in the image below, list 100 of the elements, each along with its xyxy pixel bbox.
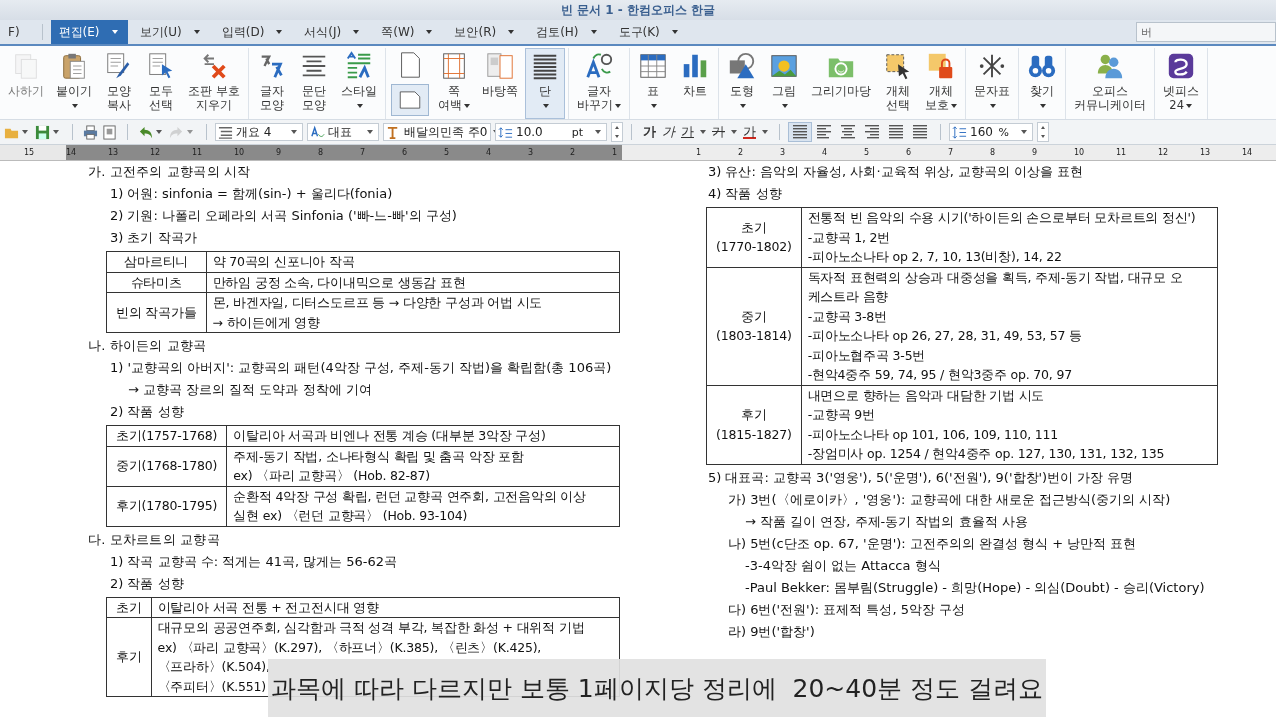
table-cell: 후기 (1815-1827) — [706, 385, 802, 464]
pages-icon — [484, 51, 515, 81]
ribbon-button[interactable]: 그리기마당 — [805, 48, 876, 119]
format-button[interactable]: 가 — [709, 123, 728, 141]
ruler-number: 10 — [234, 148, 246, 157]
ruler-number: 13 — [108, 148, 120, 157]
size-icon — [498, 124, 513, 140]
subtitle-caption: 과목에 따라 다르지만 보통 1페이지당 정리에 20~40분 정도 걸려요 — [268, 659, 1046, 717]
ruler-number: 2 — [570, 148, 577, 157]
ruler-number: 15 — [24, 148, 36, 157]
table-cell: 초기 (1770-1802) — [706, 207, 802, 267]
line-spacing-field[interactable]: 160 % — [949, 123, 1033, 141]
ruler-number: 5 — [444, 148, 451, 157]
font-size-field[interactable]: 10.0 pt — [495, 123, 607, 141]
align-icon — [840, 124, 856, 140]
ribbon-button[interactable]: 차트 — [674, 48, 715, 119]
ribbon-button[interactable]: 그림 — [763, 48, 804, 119]
ribbon-button[interactable]: 도형 — [721, 48, 762, 119]
ribbon-button[interactable]: 개체 보호 — [919, 48, 962, 119]
ribbon-button[interactable]: 붙이기 — [51, 48, 97, 119]
ribbon-button[interactable]: 표 — [632, 48, 673, 119]
table-cell: 약 70곡의 신포니아 작곡 — [206, 251, 620, 272]
menu-tab[interactable]: 도구(K) — [610, 20, 688, 44]
format-button[interactable]: 가 — [640, 123, 659, 141]
spinner-icon[interactable] — [1037, 122, 1049, 142]
language-dropdown[interactable]: 대표 — [307, 123, 379, 141]
ribbon-button[interactable]: 스타일 — [335, 48, 382, 119]
ribbon-button[interactable]: 단 — [524, 48, 565, 119]
toolbar-button[interactable] — [100, 124, 119, 140]
line-spacing-icon — [952, 124, 967, 140]
ruler[interactable]: 15 14 13 12 11 10 9 8 7 6 5 4 3 2 1 1 2 3 4 5 6 7 8 9 10 11 12 13 14 — [0, 145, 1276, 161]
menu-tab[interactable]: 서식(J) — [296, 20, 370, 44]
style-dropdown[interactable]: 개요 4 — [215, 123, 303, 141]
ribbon-button[interactable]: 조판 부호 지우기 — [183, 48, 245, 119]
text-line: 1) '교향곡의 아버지': 교향곡의 패턴(4악장 구성, 주제-동기 작법)을 확립함(총 106곡) — [109, 359, 613, 377]
ribbon-button[interactable]: 문자표 — [968, 48, 1015, 119]
text-line: 1) 작곡 교향곡 수: 적게는 41곡, 많게는 56-62곡 — [109, 552, 399, 571]
ruler-number: 7 — [360, 148, 367, 157]
ruler-number: 4 — [822, 148, 829, 157]
ruler-number: 12 — [1158, 148, 1170, 157]
menu-tab[interactable]: 입력(D) — [213, 20, 293, 44]
ruler-number: 1 — [612, 148, 619, 157]
menu-tab[interactable]: F) — [0, 20, 30, 44]
text-line: 4) 작품 성향 — [707, 185, 783, 203]
align-button[interactable] — [788, 122, 812, 142]
ribbon-button[interactable]: 찾기 — [1021, 48, 1062, 119]
table-cell: 초기(1757-1768) — [106, 425, 227, 446]
toolbar-button[interactable] — [81, 124, 100, 140]
text-line: 다) 6번('전원'): 표제적 특성, 5악장 구성 — [727, 600, 967, 619]
outline-icon — [218, 124, 233, 140]
ribbon-button[interactable]: 오피스 커뮤니케이터 — [1068, 48, 1151, 119]
menu-tab[interactable]: 쪽(W) — [373, 20, 443, 44]
text-line: 1) 어원: sinfonia = 함께(sin-) + 울리다(fonia) — [109, 185, 394, 203]
ribbon-button[interactable]: 문단 모양 — [293, 48, 334, 119]
caret-icon — [1021, 130, 1027, 134]
ruler-number: 13 — [1200, 148, 1212, 157]
text-line: 2) 작품 성향 — [109, 574, 185, 593]
caret-icon — [367, 130, 373, 134]
format-button[interactable]: 가 — [678, 123, 697, 141]
menu-tab[interactable]: 보기(U) — [131, 20, 210, 44]
ribbon-button[interactable]: 개체 선택 — [877, 48, 918, 119]
section-heading: 가. 고전주의 교향곡의 시작 — [88, 163, 252, 181]
table-cell: 만하임 궁정 소속, 다이내믹으로 생동감 표현 — [206, 272, 620, 293]
ribbon-button[interactable]: 모양 복사 — [99, 48, 139, 119]
text-line: -Paul Bekker: 몸부림(Struggle) - 희망(Hope) - 의심(Doubt) - 승리(Victory) — [744, 578, 1206, 597]
table-cell: 삼마르티니 — [106, 251, 207, 272]
ruler-number: 10 — [1074, 148, 1086, 157]
menu-tab[interactable]: 보안(R) — [446, 20, 525, 44]
ruler-number: 14 — [1242, 148, 1254, 157]
menu-tab[interactable]: 검토(H) — [528, 20, 607, 44]
table-cell: 전통적 빈 음악의 수용 시기('하이든의 손으로부터 모차르트의 정신') -교향곡 1, 2번 -피아노소나타 op 2, 7, 10, 13(비창), 14, 22 — [801, 207, 1218, 267]
ribbon-button[interactable]: 바탕쪽 — [476, 48, 523, 119]
table-cell: 초기 — [106, 597, 152, 618]
window-title: 빈 문서 1 - 한컴오피스 한글 — [560, 1, 716, 19]
ruler-number: 11 — [1116, 148, 1128, 157]
align-icon — [864, 124, 880, 140]
ruler-number: 4 — [486, 148, 493, 157]
table-cell: 독자적 표현력의 상승과 대중성을 획득, 주제-동기 작법, 대규모 오 케스트라 음향 -교향곡 3-8번 -피아노소나타 op 26, 27, 28, 31, 49, 53, 57 등 -피아노협주곡 3-5번 -현악4중주 59, 74, 95 / 현악3중주 op. 70, 97 — [801, 267, 1218, 385]
text-line: 3) 초기 작곡가 — [109, 229, 198, 247]
ruler-number: 1 — [696, 148, 703, 157]
text-line: -3-4악장 쉼이 없는 Attacca 형식 — [744, 556, 942, 575]
ribbon-button[interactable]: 넷피스 24 — [1157, 48, 1204, 119]
ribbon-button[interactable]: 쪽 여백 — [432, 48, 475, 119]
ribbon-button[interactable]: 글자 바꾸기 — [571, 48, 626, 119]
preview-icon — [102, 124, 117, 140]
search-field[interactable]: 버 — [1136, 22, 1276, 42]
spinner-icon[interactable] — [611, 122, 623, 142]
align-icon — [912, 124, 928, 140]
ribbon-button[interactable]: 모두 선택 — [141, 48, 181, 119]
table-cell: 순환적 4악장 구성 확립, 런던 교향곡 연주회, 고전음악의 이상 실현 ex) 〈런던 교향곡〉 (Hob. 93-104) — [226, 486, 620, 526]
ribbon-button[interactable]: 글자 모양 — [251, 48, 292, 119]
ruler-number: 2 — [738, 148, 745, 157]
ruler-number: 5 — [864, 148, 871, 157]
text-line: 2) 기원: 나폴리 오페라의 서곡 Sinfonia ('빠-느-빠'의 구성) — [109, 207, 458, 225]
format-button[interactable]: 가 — [740, 123, 759, 141]
format-button[interactable]: 가 — [659, 123, 678, 141]
text-line: 3) 유산: 음악의 자율성, 사회·교육적 위상, 교향곡의 이상을 표현 — [707, 163, 1085, 181]
menu-tab[interactable]: 편집(E) — [50, 20, 128, 44]
ruler-number: 6 — [906, 148, 913, 157]
align-icon — [816, 124, 832, 140]
